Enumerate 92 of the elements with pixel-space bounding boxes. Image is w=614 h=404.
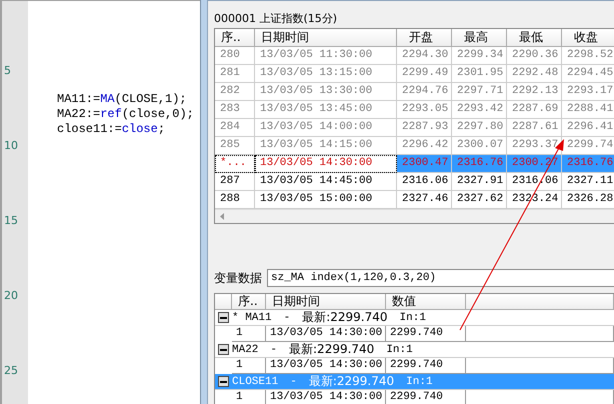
table-cell: 13/03/05 14:30:00 — [266, 390, 386, 404]
table-cell: 285 — [215, 137, 255, 155]
separator-text: - — [270, 344, 278, 356]
variable-name: * MA11 — [232, 312, 272, 324]
table-cell: 13/03/05 14:30:00 — [255, 155, 397, 173]
collapse-toggle[interactable] — [218, 344, 229, 355]
table-cell: 2296.41 — [562, 119, 614, 137]
table-cell: 2288.41 — [562, 101, 614, 119]
table-cell: 284 — [215, 119, 255, 137]
column-header[interactable]: 数值 — [386, 294, 466, 310]
table-cell: 2292.13 — [507, 83, 562, 101]
line-number: 25 — [4, 364, 18, 377]
table-cell: 2287.69 — [507, 101, 562, 119]
table-cell: 2299.740 — [386, 390, 466, 404]
table-cell: 2316.76 — [562, 155, 614, 173]
group-row[interactable]: * MA11 - 最新:2299.740 In:1 — [215, 310, 614, 326]
table-cell: 2287.61 — [507, 119, 562, 137]
column-header[interactable]: 收盘 — [562, 29, 614, 47]
line-number: 10 — [4, 139, 18, 152]
separator-text: - — [290, 376, 297, 388]
table-cell: 283 — [215, 101, 255, 119]
table-cell: 2287.93 — [397, 119, 452, 137]
line-number: 5 — [4, 64, 11, 77]
latest-value: 最新:2299.740 — [308, 373, 394, 390]
table-cell: 2293.17 — [562, 83, 614, 101]
table-cell: 2298.52 — [562, 47, 614, 65]
table-cell: 2316.76 — [452, 155, 507, 173]
table-cell: 282 — [215, 83, 255, 101]
line-number: 20 — [4, 289, 18, 302]
table-cell: 1 — [232, 326, 266, 342]
variable-name: MA22 — [232, 344, 258, 356]
group-row[interactable]: MA22 - 最新:2299.740 In:1 — [215, 342, 614, 358]
table-cell: 2297.71 — [452, 83, 507, 101]
table-cell: 13/03/05 14:45:00 — [255, 173, 397, 191]
security-title: 000001 上证指数(15分) — [214, 11, 338, 27]
latest-value: 最新:2299.740 — [302, 309, 388, 326]
code-line: MA11:=MA(CLOSE,1); — [57, 92, 188, 107]
collapse-toggle[interactable] — [218, 312, 229, 323]
column-header[interactable]: 序.. — [215, 29, 255, 47]
table-cell: 13/03/05 13:30:00 — [255, 83, 397, 101]
column-header[interactable]: 序.. — [232, 294, 266, 310]
table-cell: 2300.47 — [397, 155, 452, 173]
code-line: close11:=close; — [57, 122, 166, 137]
table-row[interactable]: 282 13/03/05 13:30:00 2294.76 2297.71 2292.13 2293.17 — [215, 83, 614, 101]
table-row[interactable]: 281 13/03/05 13:15:00 2299.49 2301.95 2292.48 2294.45 — [215, 65, 614, 83]
horizontal-scrollbar[interactable] — [215, 209, 614, 223]
table-cell: 2327.11 — [562, 173, 614, 191]
table-cell: 2327.91 — [452, 173, 507, 191]
table-cell: 2290.36 — [507, 47, 562, 65]
code-line: MA22:=ref(close,0); — [57, 107, 194, 122]
header-cell — [215, 294, 232, 310]
table-cell: 2301.95 — [452, 65, 507, 83]
column-header[interactable]: 最高 — [452, 29, 507, 47]
table-cell: 2294.30 — [397, 47, 452, 65]
table-cell: 2299.49 — [397, 65, 452, 83]
collapse-toggle[interactable] — [218, 376, 229, 387]
input-count: In:1 — [386, 344, 413, 356]
variable-name: CLOSE11 — [232, 376, 278, 388]
input-count: In:1 — [400, 312, 426, 324]
variable-data-label: 变量数据 — [214, 270, 262, 286]
table-cell: 2299.740 — [386, 326, 466, 342]
column-header[interactable]: 最低 — [507, 29, 562, 47]
table-cell: 13/03/05 11:30:00 — [255, 47, 397, 65]
line-number: 15 — [4, 214, 18, 227]
table-cell: 280 — [215, 47, 255, 65]
table-cell: 2294.76 — [397, 83, 452, 101]
table-cell: 2294.45 — [562, 65, 614, 83]
table-cell: *... — [215, 155, 255, 173]
table-cell: 287 — [215, 173, 255, 191]
input-count: In:1 — [406, 376, 433, 388]
table-cell: 281 — [215, 65, 255, 83]
table-cell: 2316.06 — [397, 173, 452, 191]
table-cell: 13/03/05 14:30:00 — [266, 326, 386, 342]
table-cell: 2297.80 — [452, 119, 507, 137]
table-cell: 2292.48 — [507, 65, 562, 83]
table-cell: 2293.42 — [452, 101, 507, 119]
latest-value: 最新:2299.740 — [289, 341, 374, 358]
table-cell: 2299.34 — [452, 47, 507, 65]
column-header[interactable]: 开盘 — [397, 29, 452, 47]
table-row[interactable]: 284 13/03/05 14:00:00 2287.93 2297.80 2287.61 2296.41 — [215, 119, 614, 137]
column-header[interactable]: 日期时间 — [255, 29, 397, 47]
table-row[interactable]: 283 13/03/05 13:45:00 2293.05 2293.42 2287.69 2288.41 — [215, 101, 614, 119]
table-cell: 13/03/05 14:00:00 — [255, 119, 397, 137]
table-cell: 13/03/05 13:15:00 — [255, 65, 397, 83]
separator-text: - — [284, 312, 290, 324]
table-cell: 13/03/05 13:45:00 — [255, 101, 397, 119]
formula-field[interactable]: sz_MA index(1,120,0.3,20) — [267, 269, 614, 287]
table-cell: 13/03/05 14:15:00 — [255, 137, 397, 155]
table-row[interactable]: 280 13/03/05 11:30:00 2294.30 2299.34 2290.36 2298.52 — [215, 47, 614, 65]
table-cell: 1 — [232, 390, 266, 404]
table-cell: 2293.05 — [397, 101, 452, 119]
column-header[interactable]: 日期时间 — [266, 294, 386, 310]
